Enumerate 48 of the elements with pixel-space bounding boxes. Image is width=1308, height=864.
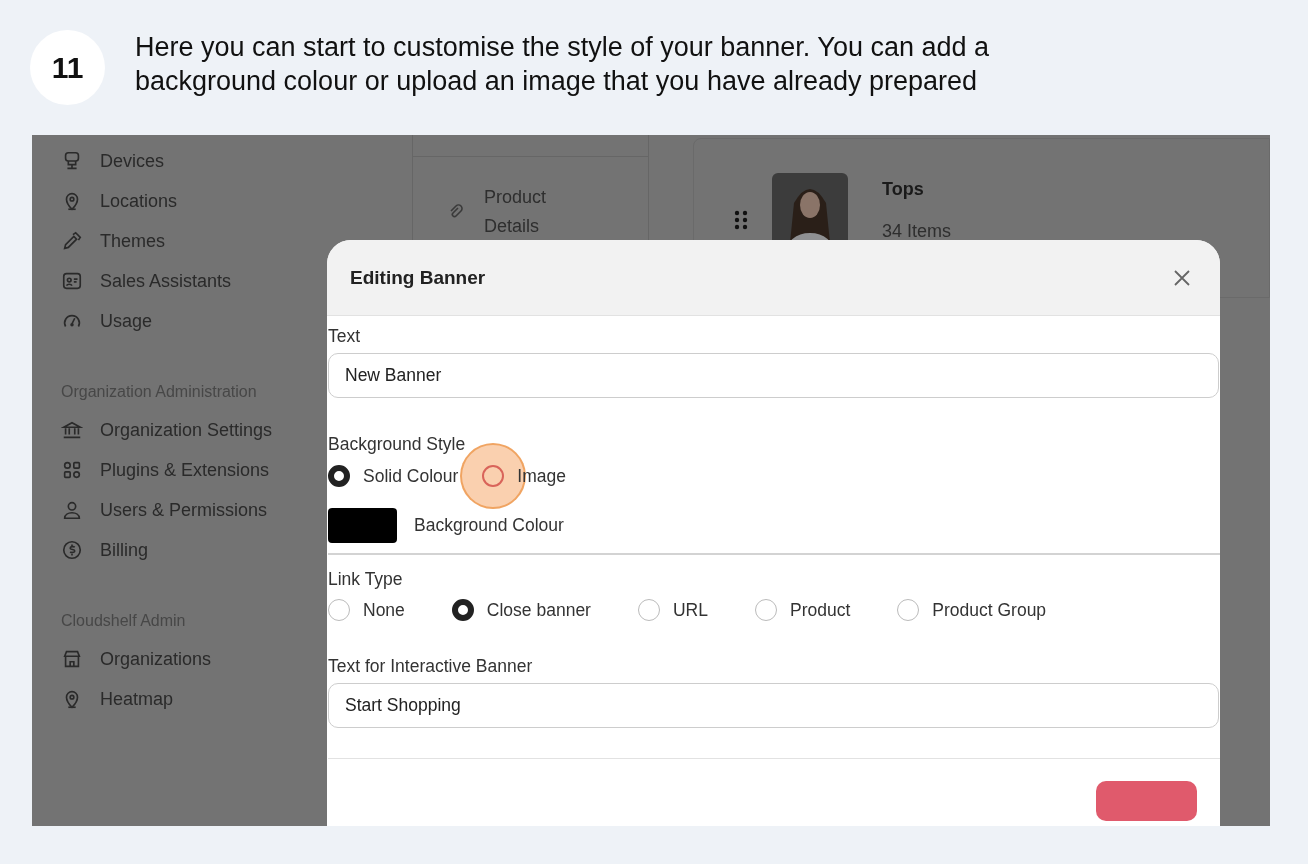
radio-button[interactable] [637, 599, 660, 621]
dollar-icon [61, 539, 83, 561]
radio-button[interactable] [897, 599, 920, 621]
panel-item[interactable]: Product Details [484, 183, 594, 241]
bank-icon [61, 419, 83, 441]
store-icon [61, 648, 83, 670]
field-label: Text for Interactive Banner [328, 656, 533, 677]
id-card-icon [61, 270, 83, 292]
user-icon [61, 499, 83, 521]
radio-button[interactable] [328, 465, 350, 487]
step-number: 11 [30, 30, 105, 105]
radio-button[interactable] [754, 599, 777, 621]
sidebar-item[interactable]: Organization Settings [100, 419, 273, 441]
radio-option[interactable]: Product [754, 599, 851, 621]
text-field[interactable]: New Banner [328, 353, 1219, 398]
sidebar-item[interactable]: Sales Assistants [100, 270, 232, 292]
collection-title: Tops [882, 179, 925, 200]
radio-option[interactable]: None [328, 599, 405, 621]
text-field[interactable]: Start Shopping [328, 683, 1219, 728]
radio-button[interactable] [328, 599, 350, 621]
sidebar-item[interactable]: Devices [100, 150, 165, 172]
close-icon[interactable] [1172, 267, 1192, 288]
sidebar-item[interactable]: Locations [100, 190, 178, 212]
field-label: Text [328, 326, 361, 347]
sidebar-item[interactable]: Billing [100, 539, 149, 561]
brush-icon [61, 230, 83, 252]
item-count: 34 Items [882, 221, 952, 242]
confirm-button[interactable] [1096, 781, 1197, 821]
sidebar-item[interactable]: Plugins & Extensions [100, 459, 270, 481]
radio-option[interactable]: Product Group [897, 599, 1047, 621]
field-label: Background Colour [414, 515, 564, 536]
radio-button[interactable] [451, 599, 474, 621]
radio-option[interactable]: URL [637, 599, 708, 621]
dialog-title: Editing Banner [350, 266, 486, 289]
sidebar-item[interactable]: Users & Permissions [100, 499, 268, 521]
link-icon [448, 204, 464, 220]
step-instruction: Here you can start to customise the style of your banner. You can add a background colour or upload an image that you have already prepared [135, 30, 991, 98]
radio-option[interactable]: Close banner [451, 599, 591, 621]
drag-handle-icon[interactable] [734, 210, 748, 230]
sidebar-item[interactable]: Heatmap [100, 688, 174, 710]
field-label: Link Type [328, 569, 403, 590]
radio-option[interactable]: Solid Colour [328, 465, 459, 487]
field-label: Background Style [328, 434, 466, 455]
sidebar-item[interactable]: Usage [100, 310, 153, 332]
colour-swatch[interactable] [328, 508, 397, 543]
sidebar-item[interactable]: Organizations [100, 648, 212, 670]
radio-button[interactable] [482, 465, 505, 487]
sidebar-item[interactable]: Themes [100, 230, 166, 252]
